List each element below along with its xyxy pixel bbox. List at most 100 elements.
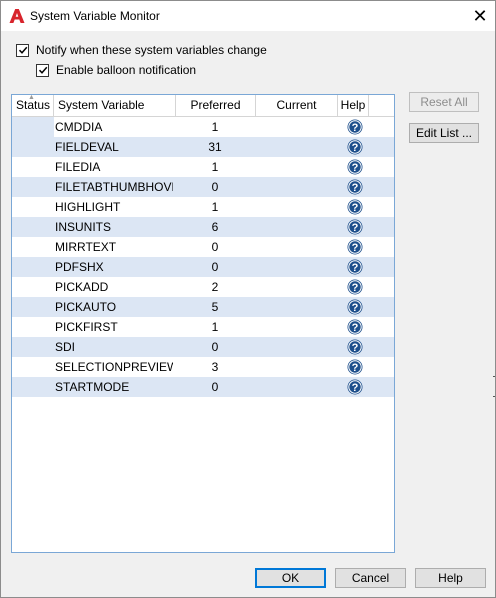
help-icon[interactable]: ? [345,117,365,137]
help-icon[interactable]: ? [345,197,365,217]
preferred-value-cell[interactable]: 1 [175,197,255,217]
system-variable-cell: INSUNITS [55,220,112,234]
current-value-cell [257,277,337,297]
balloon-option[interactable]: Enable balloon notification [36,63,196,77]
preferred-value-cell[interactable]: 0 [175,377,255,397]
table-row[interactable]: CMDDIA 1? [12,117,394,137]
cancel-button[interactable]: Cancel [335,568,406,588]
help-icon[interactable]: ? [345,297,365,317]
svg-text:?: ? [352,182,359,194]
help-icon[interactable]: ? [345,337,365,357]
close-button[interactable]: ✕ [465,1,495,31]
table-row[interactable]: STARTMODE 0? [12,377,394,397]
help-icon[interactable]: ? [345,277,365,297]
preferred-value-cell[interactable]: 3 [175,357,255,377]
status-cell [12,377,54,397]
preferred-value-cell[interactable]: 1 [175,317,255,337]
status-cell [12,157,54,177]
current-value-cell [257,237,337,257]
column-header-system-variable[interactable]: System Variable [54,95,176,116]
status-cell [12,297,54,317]
help-icon[interactable]: ? [345,357,365,377]
help-icon[interactable]: ? [345,137,365,157]
table-row[interactable]: SDI 0? [12,337,394,357]
question-mark-icon: ? [347,259,363,275]
preferred-value-cell[interactable]: 0 [175,177,255,197]
status-cell [12,357,54,377]
preferred-value-cell[interactable]: 5 [175,297,255,317]
notify-option[interactable]: Notify when these system variables chang… [16,43,267,57]
status-cell [12,317,54,337]
status-cell [12,237,54,257]
current-value-cell [257,217,337,237]
preferred-value-cell[interactable]: 0 [175,257,255,277]
preferred-value-cell[interactable]: 6 [175,217,255,237]
question-mark-icon: ? [347,299,363,315]
table-row[interactable]: MIRRTEXT 0? [12,237,394,257]
system-variable-cell: PDFSHX [55,260,104,274]
question-mark-icon: ? [347,179,363,195]
preferred-value-cell[interactable]: 2 [175,277,255,297]
notify-label: Notify when these system variables chang… [36,43,267,57]
svg-text:?: ? [352,122,359,134]
question-mark-icon: ? [347,279,363,295]
table-row[interactable]: PICKADD 2? [12,277,394,297]
balloon-checkbox[interactable] [36,63,49,77]
status-cell [12,217,54,237]
table-header: ▲ Status System Variable Preferred Curre… [12,95,394,117]
help-icon[interactable]: ? [345,317,365,337]
column-header-status[interactable]: ▲ Status [12,95,54,116]
table-row[interactable]: SELECTIONPREVIEW 3? [12,357,394,377]
status-cell [12,257,54,277]
system-variable-cell: PICKFIRST [55,320,118,334]
current-value-cell [257,297,337,317]
column-header-help[interactable]: Help [338,95,369,116]
current-value-cell [257,317,337,337]
table-row[interactable]: PICKAUTO 5? [12,297,394,317]
svg-text:?: ? [352,142,359,154]
question-mark-icon: ? [347,139,363,155]
table-row[interactable]: FILETABTHUMBHOVER0? [12,177,394,197]
preferred-value-cell[interactable]: 0 [175,337,255,357]
system-variable-table[interactable]: ▲ Status System Variable Preferred Curre… [11,94,395,553]
status-cell [12,197,54,217]
svg-text:?: ? [352,202,359,214]
help-icon[interactable]: ? [345,217,365,237]
system-variable-cell: PICKADD [55,280,109,294]
table-row[interactable]: PDFSHX 0? [12,257,394,277]
current-value-cell [257,117,337,137]
help-icon[interactable]: ? [345,377,365,397]
table-row[interactable]: FIELDEVAL 31? [12,137,394,157]
preferred-value-cell[interactable]: 1 [175,157,255,177]
system-variable-cell: MIRRTEXT [55,240,117,254]
column-header-preferred[interactable]: Preferred [176,95,256,116]
table-row[interactable]: FILEDIA 1? [12,157,394,177]
column-header-current[interactable]: Current [256,95,338,116]
svg-text:?: ? [352,162,359,174]
current-value-cell [257,197,337,217]
question-mark-icon: ? [347,199,363,215]
help-button[interactable]: Help [415,568,486,588]
balloon-label: Enable balloon notification [56,63,197,77]
help-icon[interactable]: ? [345,177,365,197]
notify-checkbox[interactable] [16,43,29,57]
ok-button[interactable]: OK [255,568,326,588]
edit-list-button[interactable]: Edit List ... [409,123,479,143]
svg-text:?: ? [352,302,359,314]
table-row[interactable]: HIGHLIGHT 1? [12,197,394,217]
help-icon[interactable]: ? [345,157,365,177]
preferred-value-cell[interactable]: 0 [175,237,255,257]
current-value-cell [257,357,337,377]
edge-mark [493,396,495,397]
help-icon[interactable]: ? [345,257,365,277]
preferred-value-cell[interactable]: 1 [175,117,255,137]
preferred-value-cell[interactable]: 31 [175,137,255,157]
help-icon[interactable]: ? [345,237,365,257]
reset-all-button[interactable]: Reset All [409,92,479,112]
table-row[interactable]: INSUNITS 6? [12,217,394,237]
table-row[interactable]: PICKFIRST 1? [12,317,394,337]
system-variable-cell: FIELDEVAL [55,140,119,154]
svg-text:?: ? [352,262,359,274]
question-mark-icon: ? [347,339,363,355]
current-value-cell [257,177,337,197]
